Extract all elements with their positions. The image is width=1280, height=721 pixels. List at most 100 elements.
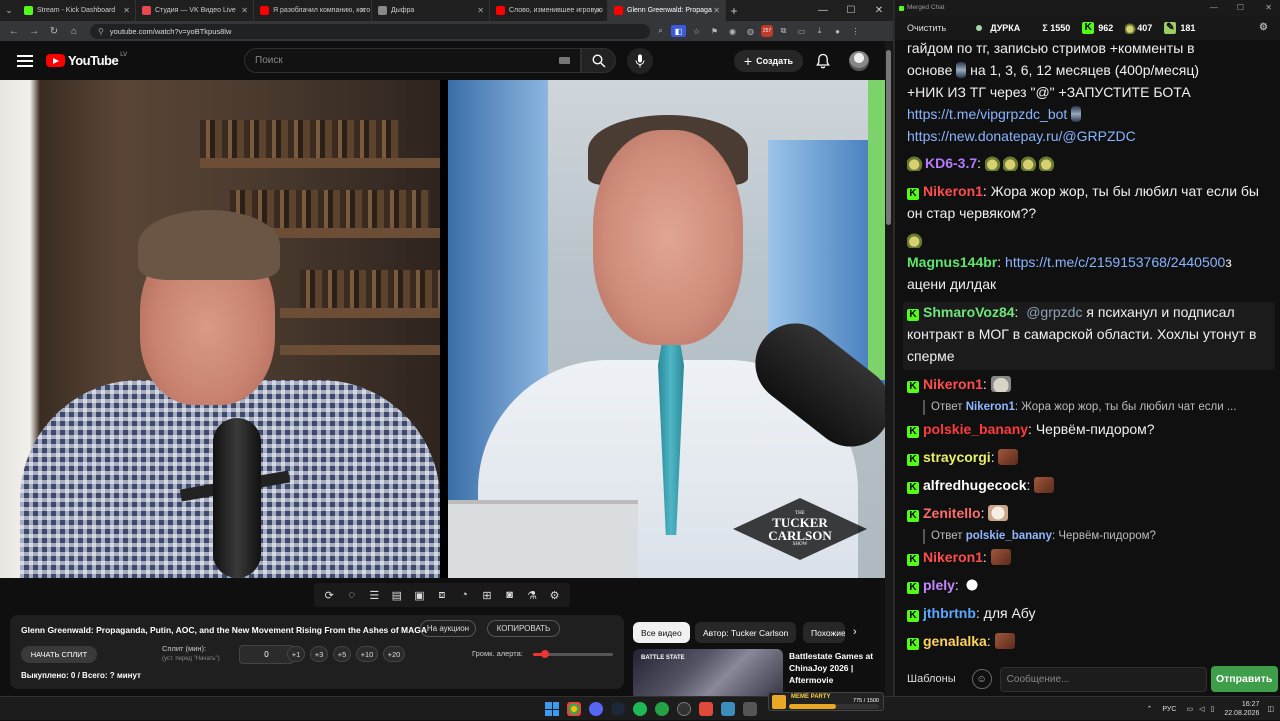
maximize-icon[interactable]: ☐ [837, 5, 865, 16]
chip-related[interactable]: Похожие [803, 622, 845, 643]
chat-link[interactable]: https://new.donatepay.ru/@GRPZDC [907, 125, 1267, 147]
network-icon[interactable]: ▭ [1186, 705, 1193, 713]
speed-icon[interactable]: ◔ [455, 589, 473, 601]
chip-author[interactable]: Автор: Tucker Carlson [695, 622, 797, 643]
screenshot-camera-icon[interactable]: ◙ [501, 589, 519, 601]
extensions-puzzle-icon[interactable]: ⧉ [776, 25, 791, 37]
steam-icon[interactable] [611, 702, 625, 716]
youtube-logo[interactable]: YouTube LV [46, 52, 127, 68]
url-field[interactable]: ⚲ youtube.com/watch?v=yoBTkpus8lw [90, 23, 650, 39]
maximize-icon[interactable]: ☐ [1237, 3, 1244, 12]
app-icon[interactable] [721, 702, 735, 716]
create-button[interactable]: + Создать [734, 50, 803, 72]
keyboard-icon[interactable] [559, 57, 570, 64]
site-info-icon[interactable]: ⚲ [98, 27, 104, 36]
copy-button[interactable]: КОПИРОВАТЬ [487, 620, 560, 637]
start-split-button[interactable]: НАЧАТЬ СПЛИТ [21, 646, 97, 663]
search-input[interactable]: Поиск [244, 48, 581, 73]
spotify-icon[interactable] [633, 702, 647, 716]
increment-20-button[interactable]: +20 [383, 646, 405, 662]
clear-chat-button[interactable]: Очистить [907, 23, 946, 33]
tab-youtube-video-1[interactable]: Я разоблачил компанию, кото ✕ [254, 0, 372, 21]
sidebar-icon[interactable]: ▭ [794, 25, 809, 37]
reply-quote[interactable]: Ответ polskie_banany: Червём-пидором? [923, 529, 1156, 544]
tab-youtube-active[interactable]: Glenn Greenwald: Propaga ✕ [608, 0, 726, 21]
discord-icon[interactable] [589, 702, 603, 716]
new-tab-button[interactable]: + [726, 4, 742, 18]
flask-icon[interactable]: ⚗ [523, 589, 541, 602]
chevron-right-icon[interactable]: › [853, 626, 857, 638]
clock[interactable]: 16:27 22.08.2026 [1224, 700, 1259, 718]
bookmark-star-icon[interactable]: ☆ [689, 25, 704, 37]
home-icon[interactable]: ⌂ [64, 26, 84, 37]
recommended-video-thumbnail[interactable]: BATTLE STATE [633, 649, 783, 699]
extension-icon[interactable]: ◉ [725, 25, 740, 37]
voice-search-button[interactable] [627, 48, 653, 74]
app-icon[interactable] [743, 702, 757, 716]
pip-icon[interactable]: ⧈ [433, 589, 451, 602]
recommended-video-title[interactable]: Battlestate Games at ChinaJoy 2026 | Aft… [789, 650, 889, 686]
settings-gear-icon[interactable]: ⚙ [546, 589, 564, 602]
message-input[interactable]: Сообщение... [999, 666, 1207, 692]
close-tab-icon[interactable]: ✕ [123, 6, 130, 15]
increment-3-button[interactable]: +3 [310, 646, 328, 662]
increment-10-button[interactable]: +10 [356, 646, 378, 662]
loop-icon[interactable]: ⟳ [320, 589, 338, 602]
templates-button[interactable]: Шаблоны [907, 673, 956, 685]
notifications-icon[interactable]: ◫ [1267, 705, 1274, 713]
split-minutes-input[interactable]: 0 [239, 645, 294, 664]
close-tab-icon[interactable]: ✕ [241, 6, 248, 15]
increment-5-button[interactable]: +5 [333, 646, 351, 662]
screen-icon[interactable]: ▣ [410, 589, 428, 602]
chrome-icon[interactable] [567, 702, 581, 716]
increment-1-button[interactable]: +1 [287, 646, 305, 662]
audio-icon[interactable]: ◌ [343, 589, 361, 601]
volume-icon[interactable]: ◁ [1199, 705, 1204, 713]
extension-icon[interactable]: ⚑ [707, 25, 722, 37]
close-window-icon[interactable]: ✕ [1265, 3, 1272, 12]
notifications-bell-icon[interactable] [816, 53, 830, 69]
chat-link[interactable]: https://t.me/vipgrpzdc_bot [907, 103, 1267, 125]
close-window-icon[interactable]: ✕ [865, 5, 893, 16]
tab-dyfra[interactable]: Дыфра ✕ [372, 0, 490, 21]
profile-icon[interactable]: ● [830, 25, 845, 37]
video-player[interactable]: THE TUCKER CARLSON SHOW [0, 80, 885, 578]
minimize-icon[interactable]: — [809, 5, 837, 16]
extension-badge-icon[interactable]: 257 [761, 25, 773, 37]
minimize-icon[interactable]: — [1210, 3, 1218, 12]
extension-icon[interactable]: ◧ [671, 25, 686, 37]
language-indicator[interactable]: РУС [1162, 706, 1176, 713]
forward-icon[interactable]: → [24, 26, 44, 37]
back-icon[interactable]: ← [4, 26, 24, 37]
obs-icon[interactable] [677, 702, 691, 716]
tab-vk-studio[interactable]: Студия — VK Видео Live ✕ [136, 0, 254, 21]
windows-start-icon[interactable] [545, 702, 559, 716]
auction-button[interactable]: На аукцион [420, 620, 476, 637]
scrollbar-thumb[interactable] [886, 50, 891, 225]
extension-icon[interactable]: ◍ [743, 25, 758, 37]
chat-settings-icon[interactable]: ⚙ [1259, 22, 1268, 33]
chip-all-videos[interactable]: Все видео [633, 622, 690, 643]
playlist-icon[interactable]: ☰ [365, 589, 383, 602]
zoom-icon[interactable]: ⌕ [653, 25, 668, 37]
close-tab-icon[interactable]: ✕ [477, 6, 484, 15]
chevron-up-icon[interactable]: ⌃ [1147, 705, 1153, 713]
tab-youtube-video-2[interactable]: Слово, изменившее игровую ✕ [490, 0, 608, 21]
emoji-icon[interactable]: ☺ [971, 669, 992, 689]
app-icon[interactable] [699, 702, 713, 716]
menu-dots-icon[interactable]: ⋮ [848, 25, 863, 37]
reload-icon[interactable]: ↻ [44, 26, 64, 37]
clapper-icon[interactable]: ▤ [388, 589, 406, 602]
volume-knob[interactable] [541, 650, 549, 658]
tab-kick-dashboard[interactable]: Stream - Kick Dashboard ✕ [18, 0, 136, 21]
add-box-icon[interactable]: ⊞ [478, 589, 496, 602]
reply-quote[interactable]: Ответ Nikeron1: Жора жор жор, ты бы люби… [923, 400, 1236, 415]
download-icon[interactable]: ⤓ [812, 25, 827, 37]
close-tab-icon[interactable]: ✕ [595, 6, 602, 15]
close-tab-icon[interactable]: ✕ [713, 6, 720, 15]
battery-icon[interactable]: ▯ [1210, 705, 1214, 713]
alert-volume-slider[interactable] [533, 650, 613, 658]
send-button[interactable]: Отправить [1210, 666, 1278, 692]
close-tab-icon[interactable]: ✕ [359, 6, 366, 15]
tab-search-icon[interactable]: ⌄ [0, 0, 18, 21]
